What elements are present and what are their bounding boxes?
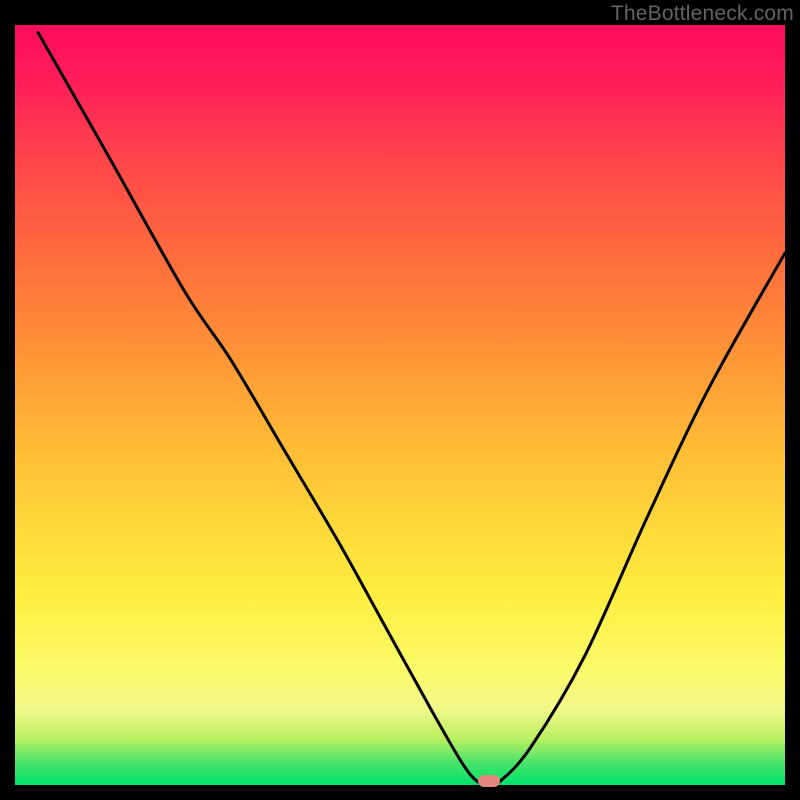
chart-container: TheBottleneck.com — [0, 0, 800, 800]
optimal-marker — [478, 775, 500, 787]
bottleneck-curve-path — [38, 33, 785, 785]
curve-svg — [15, 25, 785, 785]
plot-area — [15, 25, 785, 785]
watermark-text: TheBottleneck.com — [611, 2, 794, 26]
